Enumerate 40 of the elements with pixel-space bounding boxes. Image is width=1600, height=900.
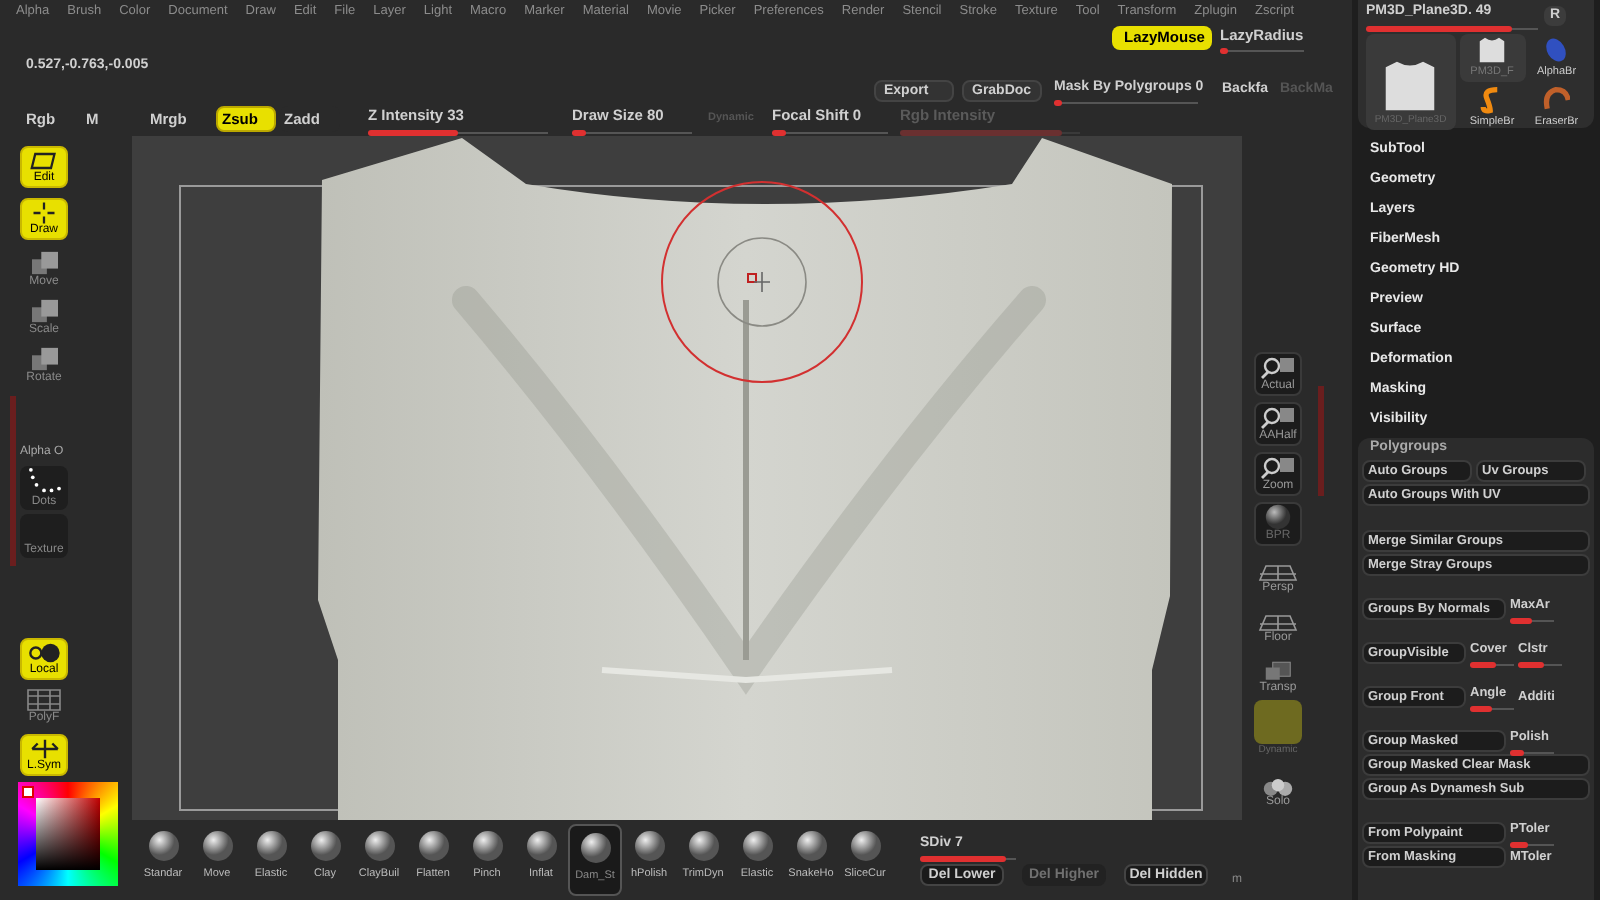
sphere-icon: [471, 830, 503, 862]
sphere-icon: [201, 830, 233, 862]
gem-icon: [1542, 36, 1571, 65]
sphere-icon: [309, 830, 341, 862]
sphere-icon: [1262, 504, 1294, 530]
floor-grid-icon: [1258, 612, 1298, 632]
color-swatch[interactable]: [22, 786, 34, 798]
sphere-icon: [525, 830, 557, 862]
stacked-squares-icon: [29, 297, 59, 323]
left-tray-handle[interactable]: [10, 396, 16, 566]
sphere-icon: [687, 830, 719, 862]
sphere-icon: [27, 641, 61, 663]
crosshair-icon: [30, 201, 58, 223]
arc-icon: [1542, 86, 1571, 115]
sphere-icon: [255, 830, 287, 862]
color-picker[interactable]: [18, 782, 118, 886]
right-tray-handle[interactable]: [1318, 386, 1324, 496]
grid-icon: [26, 688, 62, 712]
grid-plane-icon: [1258, 562, 1298, 582]
dynamic-button[interactable]: [1254, 700, 1302, 744]
sphere-icon: [795, 830, 827, 862]
symmetry-arrows-icon: [27, 737, 61, 759]
spheres-icon: [1262, 777, 1294, 795]
magnifier-icon: [1260, 406, 1296, 430]
magnifier-icon: [1260, 456, 1296, 480]
sphere-icon: [417, 830, 449, 862]
sphere-icon: [633, 830, 665, 862]
square-outline-icon: [30, 149, 58, 171]
stacked-squares-icon: [29, 249, 59, 275]
layered-squares-icon: [1264, 660, 1292, 682]
garment-thumbnail-icon: [1478, 36, 1507, 65]
sphere-icon: [741, 830, 773, 862]
stacked-squares-icon: [29, 345, 59, 371]
sphere-icon: [363, 830, 395, 862]
sphere-icon: [579, 832, 611, 864]
garment-thumbnail-icon: [1382, 58, 1439, 114]
magnifier-icon: [1260, 356, 1296, 380]
sphere-icon: [849, 830, 881, 862]
sphere-icon: [147, 830, 179, 862]
dots-stroke-icon: [24, 466, 64, 496]
